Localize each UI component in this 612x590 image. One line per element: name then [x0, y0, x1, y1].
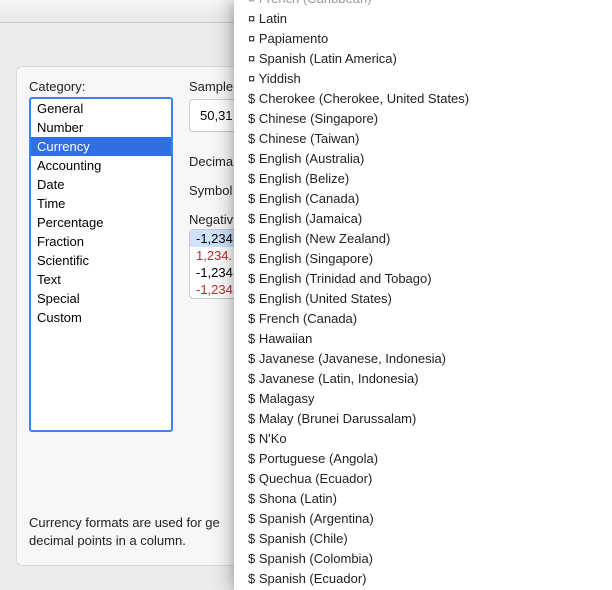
- category-item-date[interactable]: Date: [31, 175, 171, 194]
- currency-option[interactable]: $ English (New Zealand): [234, 229, 612, 249]
- currency-option[interactable]: $ Spanish (Chile): [234, 529, 612, 549]
- currency-option[interactable]: $ Malay (Brunei Darussalam): [234, 409, 612, 429]
- category-item-percentage[interactable]: Percentage: [31, 213, 171, 232]
- currency-option[interactable]: $ English (Belize): [234, 169, 612, 189]
- currency-option[interactable]: $ English (United States): [234, 289, 612, 309]
- category-item-currency[interactable]: Currency: [31, 137, 171, 156]
- currency-option[interactable]: $ English (Jamaica): [234, 209, 612, 229]
- category-item-number[interactable]: Number: [31, 118, 171, 137]
- currency-option[interactable]: $ English (Canada): [234, 189, 612, 209]
- currency-option[interactable]: $ Shona (Latin): [234, 489, 612, 509]
- currency-option[interactable]: $ Spanish (Colombia): [234, 549, 612, 569]
- category-item-text[interactable]: Text: [31, 270, 171, 289]
- currency-option[interactable]: $ N'Ko: [234, 429, 612, 449]
- currency-option[interactable]: $ Chinese (Taiwan): [234, 129, 612, 149]
- category-listbox[interactable]: GeneralNumberCurrencyAccountingDateTimeP…: [29, 97, 173, 432]
- currency-option[interactable]: $ English (Trinidad and Tobago): [234, 269, 612, 289]
- currency-option[interactable]: ¤ Papiamento: [234, 29, 612, 49]
- currency-option[interactable]: $ English (Australia): [234, 149, 612, 169]
- currency-option[interactable]: $ Cherokee (Cherokee, United States): [234, 89, 612, 109]
- currency-option[interactable]: $ English (Singapore): [234, 249, 612, 269]
- currency-option[interactable]: $ Javanese (Javanese, Indonesia): [234, 349, 612, 369]
- currency-option[interactable]: ¤ Latin: [234, 9, 612, 29]
- currency-option[interactable]: ¤ French (Caribbean): [234, 0, 612, 9]
- currency-option[interactable]: $ Spanish (Argentina): [234, 509, 612, 529]
- currency-option[interactable]: $ Chinese (Singapore): [234, 109, 612, 129]
- currency-option[interactable]: ¤ Spanish (Latin America): [234, 49, 612, 69]
- currency-option[interactable]: ¤ Yiddish: [234, 69, 612, 89]
- currency-option[interactable]: $ Malagasy: [234, 389, 612, 409]
- currency-symbol-dropdown[interactable]: ¤ French (Caribbean)¤ Latin¤ Papiamento¤…: [234, 0, 612, 590]
- category-item-custom[interactable]: Custom: [31, 308, 171, 327]
- category-label: Category:: [29, 79, 173, 94]
- currency-option[interactable]: $ Quechua (Ecuador): [234, 469, 612, 489]
- category-item-fraction[interactable]: Fraction: [31, 232, 171, 251]
- currency-option[interactable]: $ Javanese (Latin, Indonesia): [234, 369, 612, 389]
- currency-option[interactable]: $ Portuguese (Angola): [234, 449, 612, 469]
- currency-option[interactable]: $ Spanish (Ecuador): [234, 569, 612, 589]
- category-item-special[interactable]: Special: [31, 289, 171, 308]
- category-item-general[interactable]: General: [31, 99, 171, 118]
- currency-option[interactable]: $ Hawaiian: [234, 329, 612, 349]
- currency-option[interactable]: $ French (Canada): [234, 309, 612, 329]
- category-item-accounting[interactable]: Accounting: [31, 156, 171, 175]
- category-item-time[interactable]: Time: [31, 194, 171, 213]
- category-item-scientific[interactable]: Scientific: [31, 251, 171, 270]
